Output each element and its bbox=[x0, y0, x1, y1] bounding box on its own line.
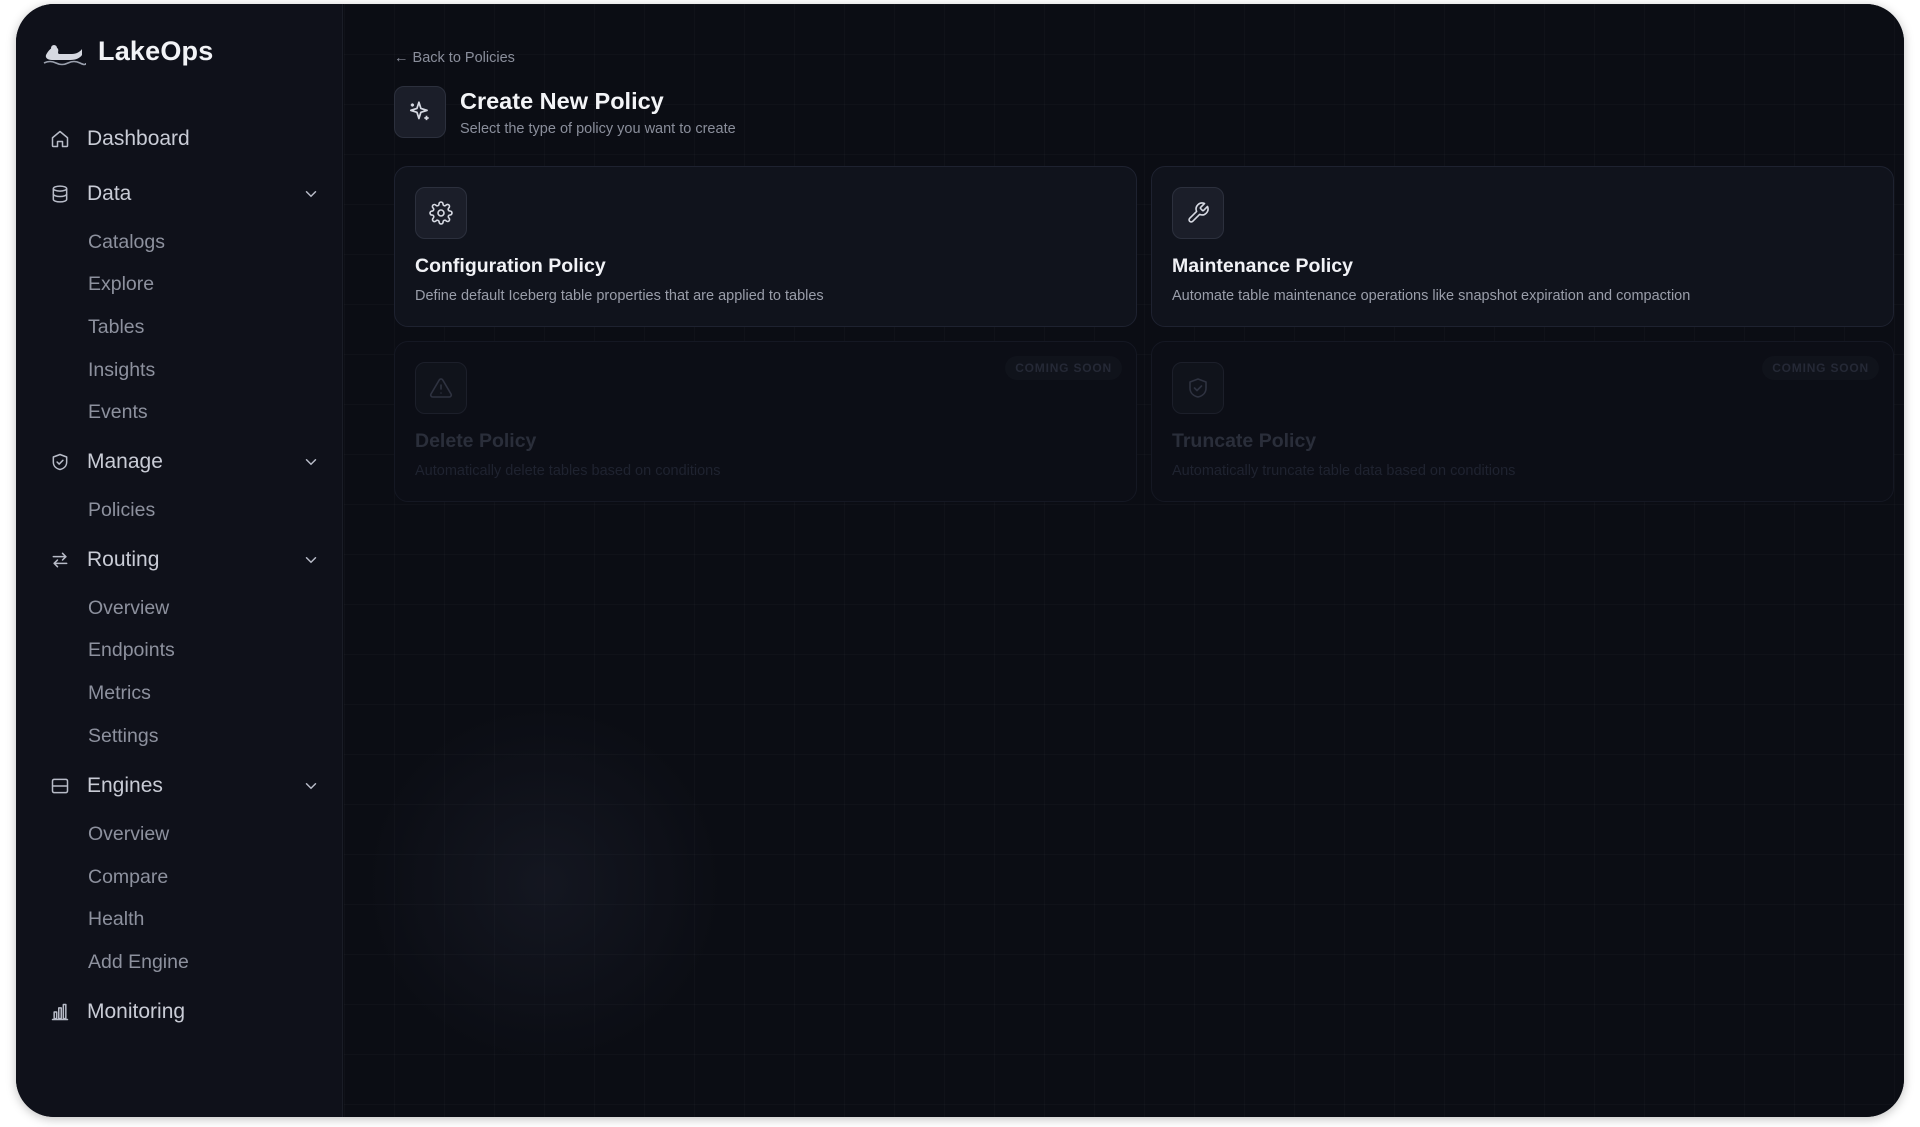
server-icon bbox=[48, 774, 72, 798]
home-icon bbox=[48, 127, 72, 151]
sidebar-item-policies[interactable]: Policies bbox=[88, 495, 155, 525]
card-title: Maintenance Policy bbox=[1172, 255, 1353, 277]
shield-check-icon bbox=[1172, 362, 1224, 414]
coming-soon-badge: COMING SOON bbox=[1005, 356, 1122, 380]
card-description: Automatically truncate table data based … bbox=[1172, 463, 1516, 479]
chevron-down-icon[interactable] bbox=[302, 453, 320, 471]
nav-manage[interactable]: Manage bbox=[48, 444, 320, 480]
app-name: LakeOps bbox=[98, 36, 214, 66]
sidebar-item-engines-overview[interactable]: Overview bbox=[88, 819, 169, 849]
wrench-icon bbox=[1172, 187, 1224, 239]
back-to-policies-link[interactable]: ← Back to Policies bbox=[394, 50, 515, 66]
sidebar-item-insights[interactable]: Insights bbox=[88, 355, 155, 385]
gear-icon bbox=[415, 187, 467, 239]
brand[interactable]: LakeOps bbox=[42, 36, 213, 67]
sparkles-icon bbox=[394, 86, 446, 138]
database-icon bbox=[48, 182, 72, 206]
maintenance-policy-card[interactable]: Maintenance Policy Automate table mainte… bbox=[1151, 166, 1894, 327]
configuration-policy-card[interactable]: Configuration Policy Define default Iceb… bbox=[394, 166, 1137, 327]
arrows-swap-icon bbox=[48, 548, 72, 572]
background-glow bbox=[364, 704, 724, 1064]
nav-routing-label: Routing bbox=[87, 548, 160, 571]
nav-dashboard[interactable]: Dashboard bbox=[48, 121, 320, 157]
sidebar-item-add-engine[interactable]: Add Engine bbox=[88, 947, 189, 977]
sidebar-item-settings[interactable]: Settings bbox=[88, 721, 158, 751]
chevron-down-icon[interactable] bbox=[302, 551, 320, 569]
sidebar-item-routing-overview[interactable]: Overview bbox=[88, 593, 169, 623]
sidebar: LakeOps Dashboard Data Catalogs Explore … bbox=[16, 4, 343, 1117]
sidebar-item-explore[interactable]: Explore bbox=[88, 269, 154, 299]
chevron-down-icon[interactable] bbox=[302, 777, 320, 795]
lakeops-logo-icon bbox=[43, 44, 86, 65]
nav-manage-label: Manage bbox=[87, 450, 163, 473]
nav-engines-label: Engines bbox=[87, 774, 163, 797]
nav-engines[interactable]: Engines bbox=[48, 768, 320, 804]
page-title: Create New Policy bbox=[460, 88, 664, 114]
nav-routing[interactable]: Routing bbox=[48, 542, 320, 578]
card-description: Automatically delete tables based on con… bbox=[415, 463, 721, 479]
nav-monitoring[interactable]: Monitoring bbox=[48, 994, 320, 1030]
card-title: Truncate Policy bbox=[1172, 430, 1317, 452]
nav-dashboard-label: Dashboard bbox=[87, 127, 190, 150]
sidebar-item-tables[interactable]: Tables bbox=[88, 312, 144, 342]
sidebar-item-metrics[interactable]: Metrics bbox=[88, 678, 151, 708]
nav-monitoring-label: Monitoring bbox=[87, 1000, 186, 1023]
nav-data[interactable]: Data bbox=[48, 176, 320, 212]
app-window: LakeOps Dashboard Data Catalogs Explore … bbox=[16, 4, 1904, 1117]
sidebar-item-events[interactable]: Events bbox=[88, 397, 148, 427]
truncate-policy-card: COMING SOON Truncate Policy Automaticall… bbox=[1151, 341, 1894, 502]
sidebar-item-compare[interactable]: Compare bbox=[88, 862, 168, 892]
coming-soon-badge: COMING SOON bbox=[1762, 356, 1879, 380]
card-title: Configuration Policy bbox=[415, 255, 606, 277]
delete-policy-card: COMING SOON Delete Policy Automatically … bbox=[394, 341, 1137, 502]
nav-data-label: Data bbox=[87, 182, 132, 205]
chevron-down-icon[interactable] bbox=[302, 185, 320, 203]
main-content: ← Back to Policies Create New Policy Sel… bbox=[344, 4, 1904, 1117]
shield-icon bbox=[48, 450, 72, 474]
sidebar-item-catalogs[interactable]: Catalogs bbox=[88, 227, 165, 257]
card-description: Automate table maintenance operations li… bbox=[1172, 288, 1691, 304]
page-subtitle: Select the type of policy you want to cr… bbox=[460, 121, 736, 137]
warning-triangle-icon bbox=[415, 362, 467, 414]
sidebar-item-endpoints[interactable]: Endpoints bbox=[88, 635, 175, 665]
sidebar-item-health[interactable]: Health bbox=[88, 904, 144, 934]
bar-chart-icon bbox=[48, 1000, 72, 1024]
card-description: Define default Iceberg table properties … bbox=[415, 288, 824, 304]
card-title: Delete Policy bbox=[415, 430, 537, 452]
